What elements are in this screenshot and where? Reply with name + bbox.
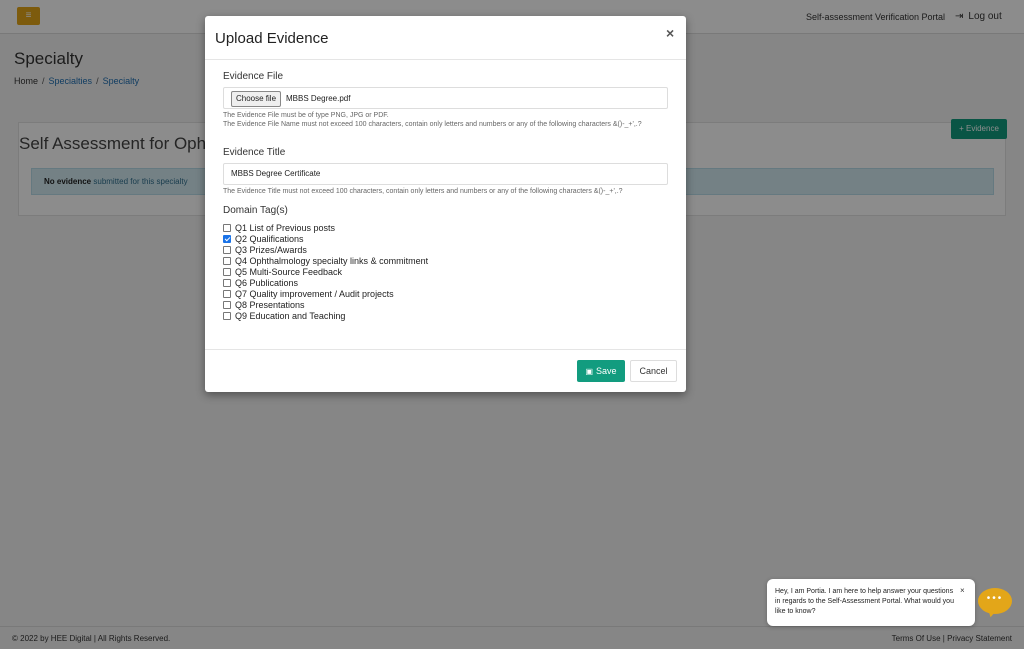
choose-file-button[interactable]: Choose file (231, 91, 282, 107)
chat-bubble-icon[interactable]: ••• (978, 588, 1012, 614)
tag-label: Q1 List of Previous posts (235, 223, 336, 233)
tag-label: Q9 Education and Teaching (235, 311, 346, 321)
upload-evidence-modal: Upload Evidence × Evidence File Choose f… (205, 16, 686, 392)
checkbox[interactable] (223, 268, 231, 276)
domain-tags-label: Domain Tag(s) (223, 205, 288, 216)
modal-header: Upload Evidence × (205, 16, 686, 60)
checkbox[interactable] (223, 235, 231, 243)
chat-message: Hey, I am Portia. I am here to help answ… (775, 588, 954, 615)
checkbox[interactable] (223, 246, 231, 254)
evidence-title-input[interactable]: MBBS Degree Certificate (223, 163, 668, 185)
chat-close-icon[interactable]: × (960, 586, 965, 595)
checkbox[interactable] (223, 312, 231, 320)
close-icon[interactable]: × (666, 25, 674, 41)
tag-label: Q5 Multi-Source Feedback (235, 267, 343, 277)
tag-label: Q3 Prizes/Awards (235, 245, 307, 255)
tag-label: Q2 Qualifications (235, 234, 304, 244)
modal-footer-divider (205, 349, 686, 350)
checkbox[interactable] (223, 301, 231, 309)
evidence-file-label: Evidence File (223, 71, 284, 82)
cancel-button[interactable]: Cancel (630, 360, 677, 382)
evidence-title-help: The Evidence Title must not exceed 100 c… (223, 188, 623, 195)
floppy-disk-icon: ▣ (585, 367, 594, 376)
evidence-file-help: The Evidence File must be of type PNG, J… (223, 112, 642, 128)
save-button[interactable]: ▣ Save (577, 360, 625, 382)
selected-file-name: MBBS Degree.pdf (286, 94, 351, 103)
checkbox[interactable] (223, 224, 231, 232)
chat-popup: Hey, I am Portia. I am here to help answ… (767, 579, 975, 626)
evidence-title-label: Evidence Title (223, 147, 286, 158)
tag-label: Q7 Quality improvement / Audit projects (235, 289, 394, 299)
tag-label: Q6 Publications (235, 278, 299, 288)
save-label: Save (596, 366, 617, 376)
tag-label: Q4 Ophthalmology specialty links & commi… (235, 256, 429, 266)
evidence-file-input[interactable]: Choose file MBBS Degree.pdf (223, 87, 668, 109)
checkbox[interactable] (223, 257, 231, 265)
tag-label: Q8 Presentations (235, 300, 305, 310)
checkbox[interactable] (223, 290, 231, 298)
checkbox[interactable] (223, 279, 231, 287)
modal-title: Upload Evidence (215, 30, 329, 47)
